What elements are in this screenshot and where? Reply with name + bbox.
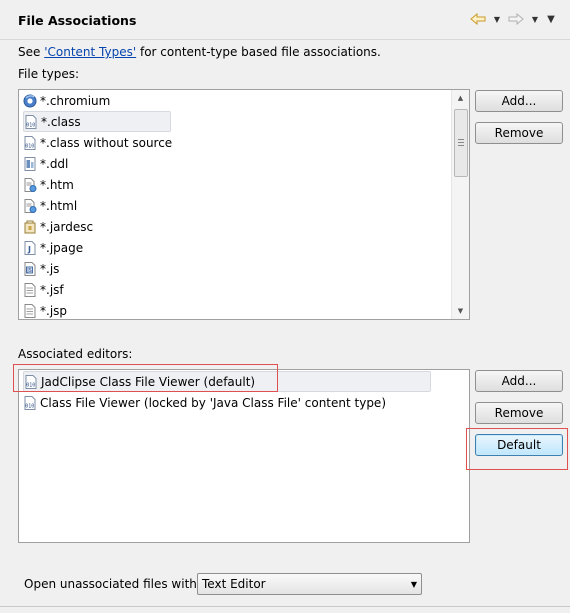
- description-suffix: for content-type based file associations…: [136, 45, 381, 59]
- list-item-label: *.jsf: [40, 282, 64, 297]
- svg-text:010: 010: [26, 122, 35, 128]
- list-item[interactable]: *.jsf: [23, 280, 70, 299]
- text-file-icon: [23, 282, 37, 297]
- chromium-icon: [23, 94, 37, 108]
- scroll-up-icon[interactable]: ▲: [452, 90, 469, 106]
- view-menu-icon[interactable]: ▼: [546, 12, 556, 26]
- list-item[interactable]: *.jardesc: [23, 217, 99, 236]
- list-item[interactable]: *.ddl: [23, 154, 74, 173]
- svg-text:JS: JS: [26, 268, 32, 274]
- file-types-label: File types:: [18, 67, 79, 81]
- associated-editors-label: Associated editors:: [18, 347, 133, 361]
- scroll-thumb[interactable]: [454, 109, 468, 177]
- file-types-scrollbar[interactable]: ▲ ▼: [451, 90, 469, 319]
- forward-arrow-icon[interactable]: [508, 12, 524, 26]
- description-prefix: See: [18, 45, 45, 59]
- class-file-icon: 010: [23, 395, 37, 410]
- html-file-icon: [23, 198, 37, 213]
- svg-text:J: J: [27, 245, 31, 254]
- chevron-down-icon: ▼: [410, 580, 417, 589]
- select-value: Text Editor: [202, 577, 266, 591]
- editors-remove-button[interactable]: Remove: [475, 402, 563, 424]
- history-nav: ▼ ▼ ▼: [470, 12, 556, 26]
- list-item[interactable]: J *.jpage: [23, 238, 89, 257]
- back-dropdown-icon[interactable]: ▼: [492, 12, 502, 26]
- header-divider: [0, 39, 570, 40]
- svg-text:010: 010: [25, 403, 34, 409]
- list-item-selected[interactable]: 010 *.class: [23, 111, 171, 132]
- list-item-label: *.class without source: [40, 135, 173, 150]
- jardesc-file-icon: [23, 220, 37, 234]
- annotation-highlight-editor: [13, 364, 278, 392]
- list-item-label: *.jardesc: [40, 219, 94, 234]
- editors-add-button[interactable]: Add...: [475, 370, 563, 392]
- description: See 'Content Types' for content-type bas…: [18, 45, 381, 59]
- list-item[interactable]: *.html: [23, 196, 83, 215]
- list-item[interactable]: *.chromium: [23, 91, 116, 110]
- file-types-remove-button[interactable]: Remove: [475, 122, 563, 144]
- list-item[interactable]: *.htm: [23, 175, 80, 194]
- page-title: File Associations: [18, 13, 137, 28]
- list-item-label: Class File Viewer (locked by 'Java Class…: [40, 395, 386, 410]
- associated-editors-list[interactable]: 010 JadClipse Class File Viewer (default…: [18, 369, 470, 543]
- js-file-icon: JS: [23, 261, 37, 276]
- list-item-label: *.html: [40, 198, 78, 213]
- list-item[interactable]: JS *.js: [23, 259, 65, 278]
- forward-dropdown-icon[interactable]: ▼: [530, 12, 540, 26]
- back-arrow-icon[interactable]: [470, 12, 486, 26]
- list-item-label: *.jsp: [40, 303, 68, 318]
- list-item-label: *.class: [41, 114, 81, 129]
- file-types-add-button[interactable]: Add...: [475, 90, 563, 112]
- list-item-label: *.ddl: [40, 156, 69, 171]
- list-item[interactable]: *.jsp: [23, 301, 73, 319]
- list-item-label: *.chromium: [40, 93, 111, 108]
- list-item-label: *.htm: [40, 177, 74, 192]
- class-file-icon: 010: [24, 114, 38, 129]
- list-item-label: *.js: [40, 261, 60, 276]
- list-item[interactable]: 010 *.class without source: [23, 133, 178, 152]
- unassociated-editor-select[interactable]: Text Editor ▼: [197, 573, 422, 595]
- annotation-highlight-default: [466, 428, 568, 470]
- list-item-label: *.jpage: [40, 240, 84, 255]
- html-file-icon: [23, 177, 37, 192]
- content-types-link[interactable]: 'Content Types': [44, 45, 136, 59]
- bottom-divider: [0, 606, 570, 607]
- svg-text:010: 010: [25, 143, 34, 149]
- text-file-icon: [23, 303, 37, 318]
- jpage-file-icon: J: [23, 240, 37, 255]
- scroll-down-icon[interactable]: ▼: [452, 303, 469, 319]
- unassociated-label: Open unassociated files with:: [24, 577, 201, 591]
- ddl-file-icon: [23, 156, 37, 171]
- class-file-icon: 010: [23, 135, 37, 150]
- list-item[interactable]: 010 Class File Viewer (locked by 'Java C…: [23, 393, 392, 412]
- file-types-list[interactable]: *.chromium 010 *.class 010 *.class witho…: [18, 89, 470, 320]
